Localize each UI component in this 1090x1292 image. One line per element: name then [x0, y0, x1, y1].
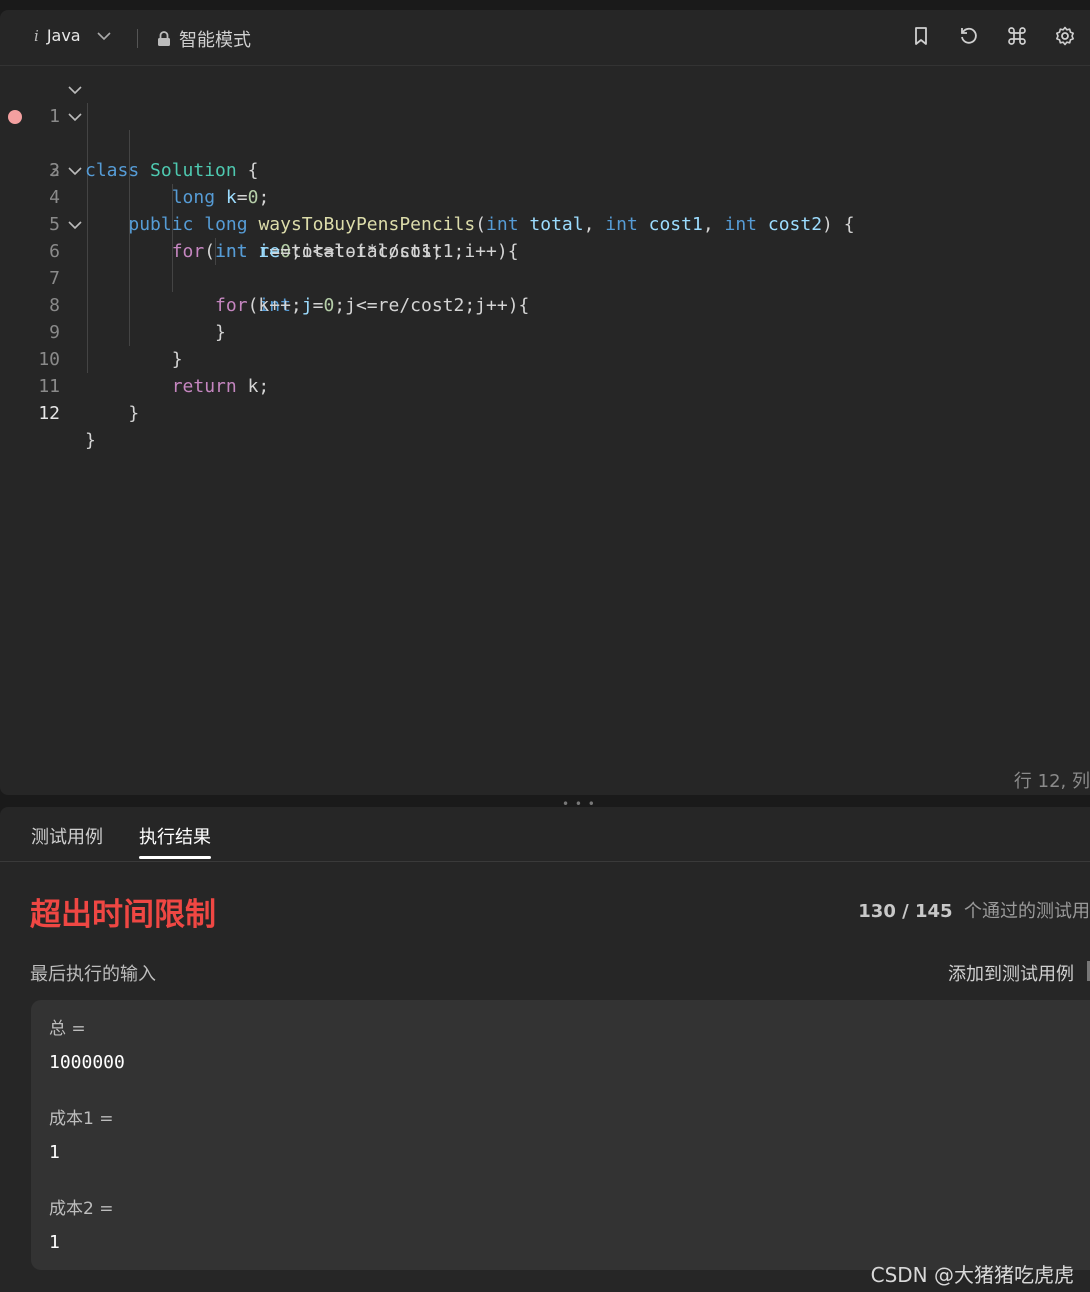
mode-indicator[interactable]: 智能模式: [157, 26, 251, 52]
last-input-box: 总 = 1000000 成本1 = 1 成本2 = 1: [31, 1000, 1090, 1270]
param-value: 1000000: [49, 1052, 125, 1073]
result-status: 超出时间限制: [30, 897, 216, 933]
code-line: 10 return k;: [0, 319, 1090, 397]
settings-icon[interactable]: [1054, 25, 1076, 47]
code-line: 3 long k=0;: [0, 130, 1090, 208]
code-line: 4 for(int i=0;i<=total/cost1;i++){: [0, 157, 1090, 262]
code-line: 6 for(int j=0;j<=re/cost2;j++){: [0, 211, 1090, 316]
result-panel: 测试用例 执行结果 超出时间限制 130 / 145 个通过的测试用 最后执行的…: [0, 807, 1090, 1292]
mode-label: 智能模式: [179, 30, 251, 51]
pass-count: 130 / 145 个通过的测试用: [858, 901, 1090, 922]
param-name: 成本1 =: [49, 1109, 114, 1129]
code-line: 5 int re=total-i*cost1;: [0, 184, 1090, 262]
bookmark-icon[interactable]: [910, 25, 932, 47]
active-tab-indicator: [139, 856, 211, 859]
reset-icon[interactable]: [958, 25, 980, 47]
code-line: 7 k++;: [0, 238, 1090, 316]
command-icon[interactable]: [1006, 25, 1028, 47]
language-selector[interactable]: i Java: [34, 26, 113, 45]
add-to-test-cases-button[interactable]: 添加到测试用例: [948, 960, 1074, 986]
breakpoint-marker[interactable]: [8, 110, 22, 124]
code-text: }: [128, 403, 140, 424]
language-label: Java: [46, 26, 81, 45]
line-number: 12: [38, 403, 60, 424]
last-input-label: 最后执行的输入: [30, 964, 156, 985]
info-icon: i: [34, 26, 39, 45]
param-value: 1: [49, 1232, 60, 1253]
code-line: 2 public long waysToBuyPensPencils(int t…: [0, 103, 1090, 235]
code-line: 1 class Solution {: [0, 76, 1090, 181]
toolbar-divider: [137, 29, 138, 48]
result-tabs: 测试用例 执行结果: [0, 807, 1090, 862]
chevron-down-icon: [97, 31, 111, 40]
code-line: 12 }: [0, 373, 1090, 451]
code-line: 8 }: [0, 265, 1090, 343]
param-name: 总 =: [49, 1019, 86, 1039]
fold-chevron-icon[interactable]: [66, 162, 84, 180]
code-editor-panel: i Java 智能模式 1 class Solution { 2 public …: [0, 10, 1090, 795]
code-line: 11 }: [0, 346, 1090, 424]
param-value: 1: [49, 1142, 60, 1163]
editor-toolbar: i Java 智能模式: [0, 10, 1090, 66]
code-editor[interactable]: 1 class Solution { 2 public long waysToB…: [0, 76, 1090, 451]
watermark: CSDN @大猪猪吃虎虎: [870, 1263, 1074, 1287]
lock-icon: [158, 31, 170, 46]
cursor-position: 行 12, 列: [1013, 771, 1090, 792]
tab-results[interactable]: 执行结果: [139, 823, 211, 849]
param-name: 成本2 =: [49, 1199, 114, 1219]
code-text: }: [85, 430, 96, 451]
fold-chevron-icon[interactable]: [66, 108, 84, 126]
fold-chevron-icon[interactable]: [66, 81, 84, 99]
tab-test-cases[interactable]: 测试用例: [31, 823, 103, 849]
fold-chevron-icon[interactable]: [66, 216, 84, 234]
code-line: 9 }: [0, 292, 1090, 370]
